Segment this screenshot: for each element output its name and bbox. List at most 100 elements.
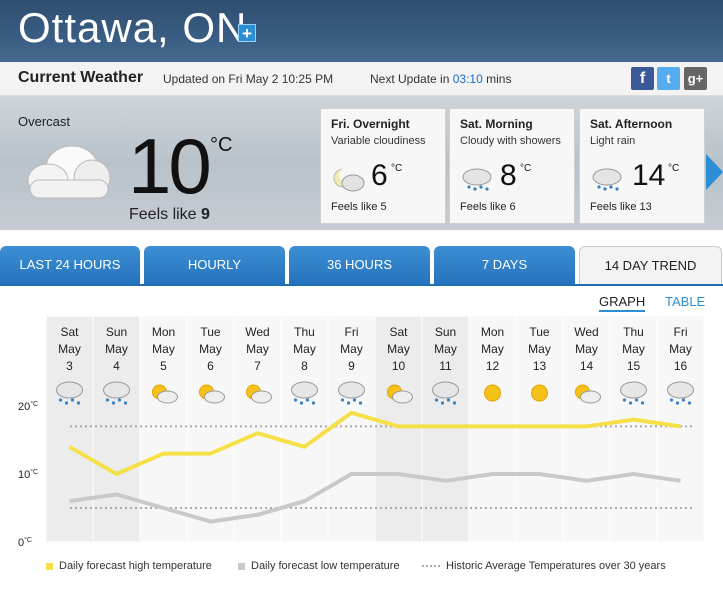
legend-low: Daily forecast low temperature: [238, 560, 400, 572]
sun-icon: [531, 384, 548, 402]
day-of-week: Fri: [674, 325, 688, 339]
add-location-button[interactable]: +: [238, 24, 256, 42]
day-of-week: Sun: [106, 325, 127, 339]
day-month: May: [152, 342, 175, 356]
day-number: 3: [66, 359, 73, 373]
google-plus-icon[interactable]: g+: [684, 67, 707, 90]
day-number: 13: [533, 359, 547, 373]
day-number: 10: [392, 359, 406, 373]
raindrop: [675, 401, 680, 405]
raindrop: [111, 401, 116, 405]
day-number: 15: [627, 359, 641, 373]
day-number: 8: [301, 359, 308, 373]
day-of-week: Wed: [574, 325, 598, 339]
sun-icon: [484, 384, 501, 402]
raindrop: [340, 398, 345, 402]
cloud-shape: [56, 381, 83, 399]
day-number: 14: [580, 359, 594, 373]
sun-shape: [531, 384, 548, 402]
current-conditions-panel: Overcast 10 °C Feels like 9 Fri. Overnig…: [0, 96, 723, 230]
countdown-unit: mins: [486, 72, 512, 86]
raindrop: [634, 398, 639, 402]
day-month: May: [105, 342, 128, 356]
raindrop: [299, 401, 304, 405]
city-title: Ottawa, ON: [18, 4, 248, 51]
cloud-shape: [580, 390, 601, 404]
forecast-card[interactable]: Sat. Morning Cloudy with showers 8 °C Fe…: [449, 108, 575, 224]
day-of-week: Sat: [60, 325, 79, 339]
feels-like-label: Feels like: [129, 206, 197, 223]
y-tick-label: 10°C: [18, 468, 38, 481]
raindrop: [434, 398, 439, 402]
forecast-card-temp: 8: [500, 159, 517, 192]
day-number: 12: [486, 359, 500, 373]
forecast-card[interactable]: Fri. Overnight Variable cloudiness 6 °C …: [320, 108, 446, 224]
raindrop: [358, 401, 363, 405]
day-month: May: [293, 342, 316, 356]
legend-avg: Historic Average Temperatures over 30 ye…: [422, 560, 666, 572]
day-month: May: [199, 342, 222, 356]
forecast-card-temp: 6: [371, 159, 388, 192]
raindrop: [117, 398, 122, 402]
raindrop: [293, 398, 298, 402]
day-of-week: Thu: [294, 325, 315, 339]
tab-36-hours[interactable]: 36 HOURS: [289, 246, 430, 284]
legend-avg-label: Historic Average Temperatures over 30 ye…: [446, 560, 666, 572]
forecast-card[interactable]: Sat. Afternoon Light rain 14 °C Feels li…: [579, 108, 705, 224]
cloud-shape: [667, 381, 694, 399]
graph-toggle[interactable]: GRAPH: [599, 294, 646, 312]
cloud-shape: [432, 381, 459, 399]
day-of-week: Fri: [345, 325, 359, 339]
day-of-week: Sat: [389, 325, 408, 339]
day-month: May: [246, 342, 269, 356]
day-of-week: Mon: [481, 325, 504, 339]
forecast-card-feels: Feels like 13: [590, 201, 652, 213]
tab-hourly[interactable]: HOURLY: [144, 246, 285, 284]
day-number: 9: [348, 359, 355, 373]
forecast-card-title: Sat. Morning: [460, 117, 533, 131]
forecast-card-desc: Variable cloudiness: [331, 135, 426, 147]
twitter-icon[interactable]: t: [657, 67, 680, 90]
facebook-icon[interactable]: f: [631, 67, 654, 90]
raindrop: [76, 401, 81, 405]
forecast-card-unit: °C: [668, 163, 680, 174]
rain-cloud-icon: [460, 167, 494, 198]
tab-7-days[interactable]: 7 DAYS: [434, 246, 575, 284]
updated-time: Updated on Fri May 2 10:25 PM: [163, 72, 334, 86]
raindrop: [440, 401, 445, 405]
forecast-card-unit: °C: [520, 163, 532, 174]
raindrop: [681, 398, 686, 402]
cloud-shape: [204, 390, 225, 404]
table-toggle[interactable]: TABLE: [665, 294, 705, 309]
forecast-card-unit: °C: [391, 163, 403, 174]
raindrop: [305, 398, 310, 402]
cloud-shape: [103, 381, 130, 399]
next-arrow-icon[interactable]: [706, 154, 723, 190]
day-of-week: Mon: [152, 325, 175, 339]
day-number: 5: [160, 359, 167, 373]
moon-cloud-icon: [331, 167, 365, 198]
feels-like: Feels like 9: [129, 206, 210, 224]
forecast-card-feels: Feels like 6: [460, 201, 516, 213]
legend-high: Daily forecast high temperature: [46, 560, 212, 572]
tab-14-day-trend[interactable]: 14 DAY TREND: [579, 246, 722, 284]
day-number: 7: [254, 359, 261, 373]
forecast-card-desc: Light rain: [590, 135, 636, 147]
cloud-shape: [291, 381, 318, 399]
raindrop: [64, 401, 69, 405]
forecast-card-temp: 14: [632, 159, 666, 192]
legend-low-label: Daily forecast low temperature: [251, 560, 400, 572]
city-header: Ottawa, ON +: [0, 0, 723, 62]
chart-legend: Daily forecast high temperature Daily fo…: [0, 556, 723, 580]
raindrop: [123, 401, 128, 405]
tab-last-24-hours[interactable]: LAST 24 HOURS: [0, 246, 140, 284]
legend-high-label: Daily forecast high temperature: [59, 560, 212, 572]
trend-chart: 20°C 10°C 0°C Sat May 3 Sun May 4 Mon May 5 Tue May 6…: [18, 316, 705, 549]
day-month: May: [669, 342, 692, 356]
forecast-card-title: Fri. Overnight: [331, 117, 410, 131]
next-update: Next Update in 03:10 mins: [370, 72, 511, 86]
day-month: May: [58, 342, 81, 356]
forecast-card-desc: Cloudy with showers: [460, 135, 561, 147]
raindrop: [311, 401, 316, 405]
day-number: 6: [207, 359, 214, 373]
